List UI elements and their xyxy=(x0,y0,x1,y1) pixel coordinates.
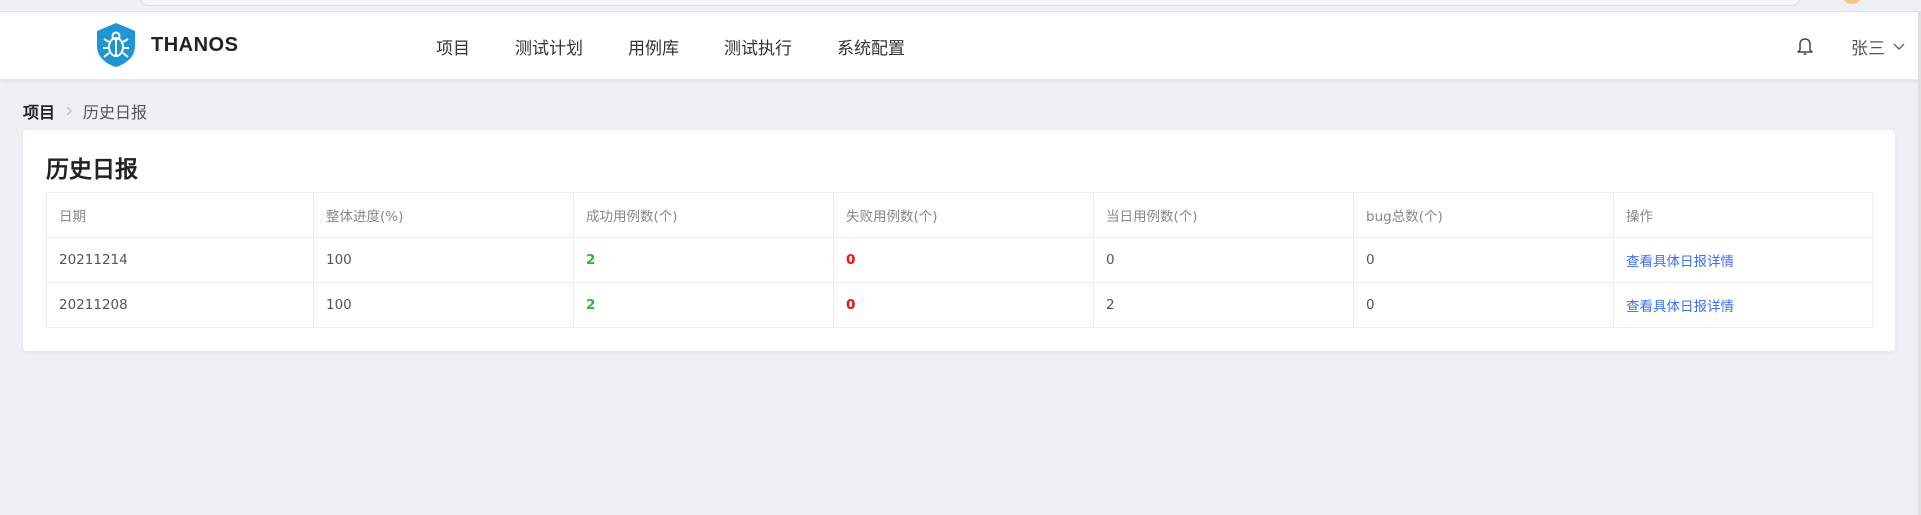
column-header-fail: 失败用例数(个) xyxy=(833,192,1094,238)
nav-item-case-library[interactable]: 用例库 xyxy=(628,34,679,59)
chevron-right-icon xyxy=(66,106,72,116)
main-nav: 项目 测试计划 用例库 测试执行 系统配置 xyxy=(436,12,950,80)
history-report-table: 日期 整体进度(%) 成功用例数(个) 失败用例数(个) 当日用例数(个) bu… xyxy=(46,192,1873,328)
cell-daily: 2 xyxy=(1093,282,1354,328)
cell-action: 查看具体日报详情 xyxy=(1613,237,1873,283)
breadcrumb-root[interactable]: 项目 xyxy=(23,99,55,123)
cell-bugs: 0 xyxy=(1353,237,1614,283)
cell-fail: 0 xyxy=(833,237,1094,283)
cell-progress: 100 xyxy=(313,237,574,283)
cell-progress: 100 xyxy=(313,282,574,328)
cell-success: 2 xyxy=(573,282,834,328)
profile-dot[interactable] xyxy=(1842,0,1862,4)
column-header-date: 日期 xyxy=(46,192,314,238)
cell-date: 20211214 xyxy=(46,237,314,283)
top-navbar: THANOS 项目 测试计划 用例库 测试执行 系统配置 张三 xyxy=(0,12,1921,80)
history-report-card: 历史日报 日期 整体进度(%) 成功用例数(个) 失败用例数(个) 当日用例数(… xyxy=(23,130,1895,351)
column-header-action: 操作 xyxy=(1613,192,1873,238)
table-header-row: 日期 整体进度(%) 成功用例数(个) 失败用例数(个) 当日用例数(个) bu… xyxy=(46,192,1873,238)
cell-daily: 0 xyxy=(1093,237,1354,283)
logo[interactable]: THANOS xyxy=(95,22,238,68)
cell-bugs: 0 xyxy=(1353,282,1614,328)
address-bar[interactable] xyxy=(140,0,1800,6)
app-name: THANOS xyxy=(151,33,239,56)
cell-action: 查看具体日报详情 xyxy=(1613,282,1873,328)
page-title: 历史日报 xyxy=(46,157,138,183)
table-row: 20211214 100 2 0 0 0 查看具体日报详情 xyxy=(46,237,1873,283)
nav-item-system-config[interactable]: 系统配置 xyxy=(837,34,905,59)
column-header-progress: 整体进度(%) xyxy=(313,192,574,238)
breadcrumb: 项目 历史日报 xyxy=(23,99,147,123)
cell-fail: 0 xyxy=(833,282,1094,328)
chevron-down-icon xyxy=(1893,43,1905,50)
user-menu[interactable]: 张三 xyxy=(1851,34,1905,59)
column-header-daily: 当日用例数(个) xyxy=(1093,192,1354,238)
shield-bug-logo-icon xyxy=(97,23,135,67)
nav-item-test-plan[interactable]: 测试计划 xyxy=(515,34,583,59)
browser-top-strip xyxy=(0,0,1921,12)
view-report-detail-link[interactable]: 查看具体日报详情 xyxy=(1626,299,1734,315)
column-header-success: 成功用例数(个) xyxy=(573,192,834,238)
user-name: 张三 xyxy=(1851,39,1885,59)
view-report-detail-link[interactable]: 查看具体日报详情 xyxy=(1626,254,1734,270)
cell-success: 2 xyxy=(573,237,834,283)
bell-icon[interactable] xyxy=(1796,36,1814,56)
table-row: 20211208 100 2 0 2 0 查看具体日报详情 xyxy=(46,282,1873,328)
nav-item-projects[interactable]: 项目 xyxy=(436,34,470,59)
cell-date: 20211208 xyxy=(46,282,314,328)
column-header-bugs: bug总数(个) xyxy=(1353,192,1614,238)
breadcrumb-current: 历史日报 xyxy=(83,103,148,122)
nav-item-test-execution[interactable]: 测试执行 xyxy=(724,34,792,59)
